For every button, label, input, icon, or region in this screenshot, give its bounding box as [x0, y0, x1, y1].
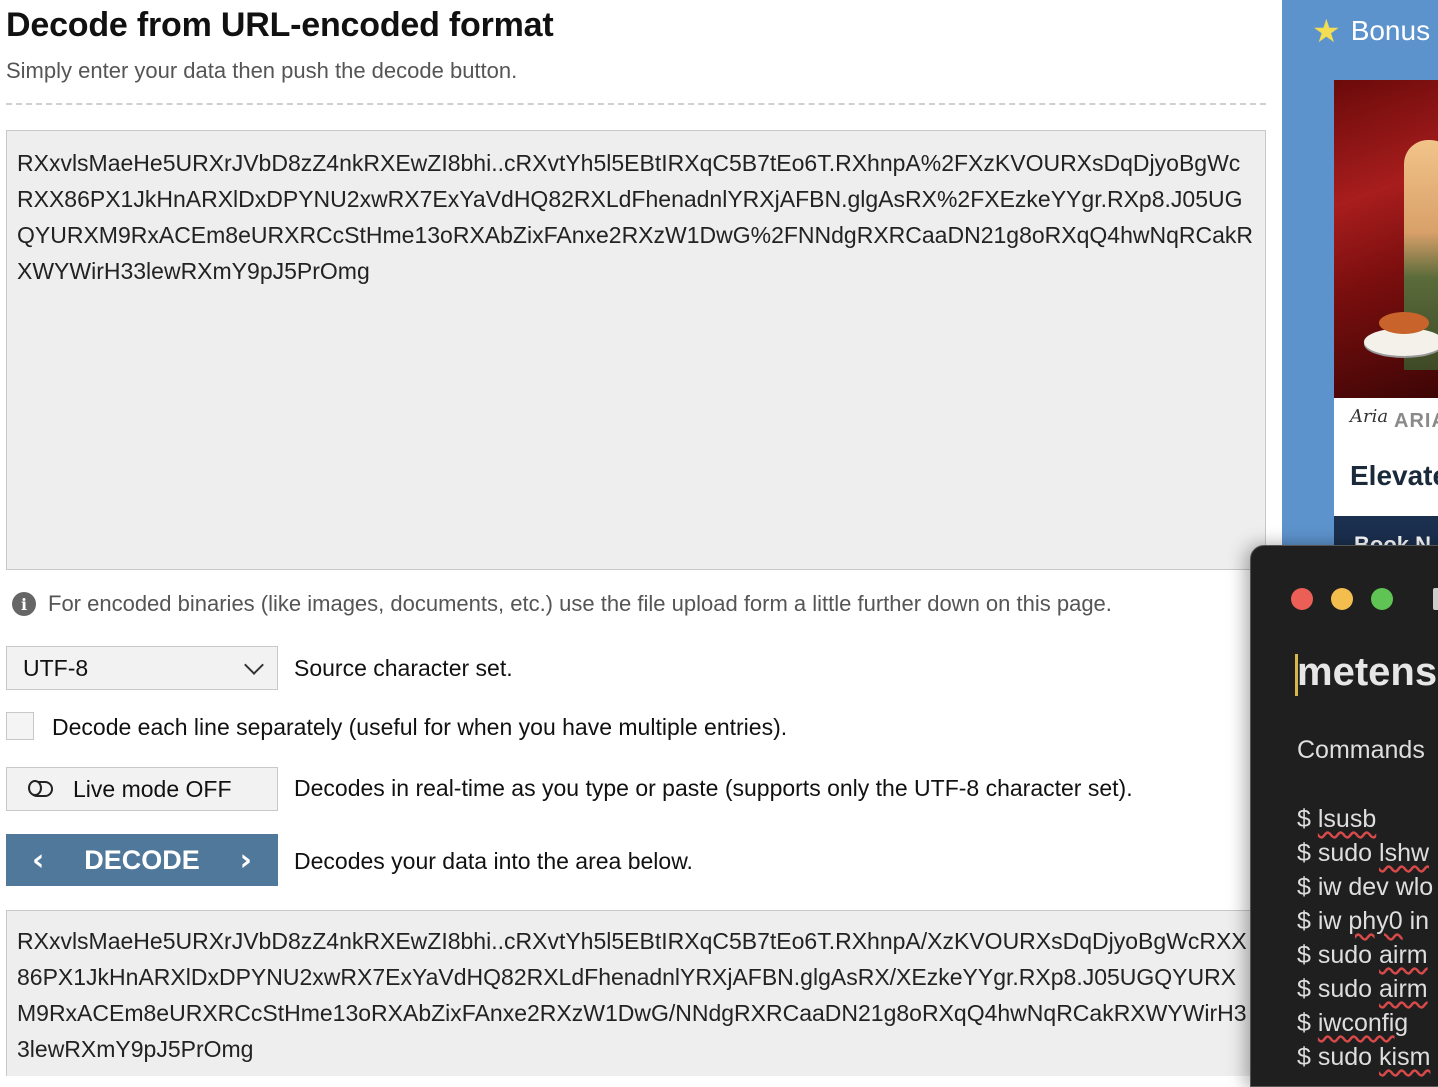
ad-food [1379, 312, 1429, 334]
live-mode-button[interactable]: Live mode OFF [6, 767, 278, 811]
command-line[interactable]: $ sudo lshw [1297, 836, 1433, 870]
split-lines-checkbox[interactable] [6, 712, 34, 740]
minimize-window-button[interactable] [1331, 588, 1353, 610]
chevron-left-icon: ‹ [32, 842, 45, 878]
ad-logo: Aria [1350, 406, 1389, 427]
toggle-icon [28, 780, 53, 797]
decode-description: Decodes your data into the area below. [294, 848, 693, 874]
star-icon: ★ [1312, 13, 1341, 49]
bonus-link[interactable]: ★ Bonus [1312, 12, 1430, 50]
command-line[interactable]: $ iw dev wlo [1297, 870, 1433, 904]
chevron-right-icon: › [239, 842, 252, 878]
input-textarea[interactable]: RXxvlsMaeHe5URXrJVbD8zZ4nkRXEwZI8bhi..cR… [6, 130, 1266, 570]
toolbar-icon[interactable] [1433, 588, 1438, 610]
decode-button-label: DECODE [84, 844, 200, 875]
charset-select[interactable]: UTF-8 [6, 646, 278, 690]
ad-brand: ARIA [1394, 410, 1438, 432]
notes-window[interactable]: metens Commands $ lsusb $ sudo lshw $ iw… [1250, 545, 1438, 1087]
chevron-down-icon [244, 655, 264, 675]
command-line[interactable]: $ sudo airm [1297, 972, 1433, 1006]
bonus-label: Bonus [1350, 15, 1431, 46]
charset-label: Source character set. [294, 655, 513, 681]
maximize-window-button[interactable] [1371, 588, 1393, 610]
output-textarea[interactable]: RXxvlsMaeHe5URXrJVbD8zZ4nkRXEwZI8bhi..cR… [6, 910, 1266, 1076]
page-subtitle: Simply enter your data then push the dec… [6, 58, 518, 83]
charset-selected: UTF-8 [23, 654, 89, 681]
command-line[interactable]: $ iwconfig [1297, 1006, 1433, 1040]
live-mode-label: Live mode OFF [73, 775, 232, 802]
decode-button[interactable]: ‹ DECODE › [6, 834, 278, 886]
close-window-button[interactable] [1291, 588, 1313, 610]
live-mode-description: Decodes in real-time as you type or past… [294, 775, 1133, 801]
command-line[interactable]: $ sudo airm [1297, 938, 1433, 972]
command-list[interactable]: $ lsusb $ sudo lshw $ iw dev wlo $ iw ph… [1297, 802, 1433, 1074]
note-title[interactable]: metens [1297, 650, 1437, 695]
ad-image [1334, 80, 1438, 398]
command-line[interactable]: $ iw phy0 in [1297, 904, 1433, 938]
command-line[interactable]: $ sudo kism [1297, 1040, 1433, 1074]
command-line[interactable]: $ lsusb [1297, 802, 1433, 836]
info-text: For encoded binaries (like images, docum… [48, 591, 1112, 616]
info-icon: i [12, 592, 36, 616]
info-note: i For encoded binaries (like images, doc… [12, 591, 1112, 617]
ad-headline: Elevate [1350, 460, 1438, 491]
divider [6, 103, 1266, 105]
page-title: Decode from URL-encoded format [6, 6, 554, 44]
split-lines-label: Decode each line separately (useful for … [52, 714, 788, 740]
advertisement[interactable]: Aria ARIA Elevate Book N [1334, 80, 1438, 600]
note-subtitle[interactable]: Commands [1297, 736, 1425, 765]
decoder-panel: Decode from URL-encoded format Simply en… [0, 0, 1282, 1076]
